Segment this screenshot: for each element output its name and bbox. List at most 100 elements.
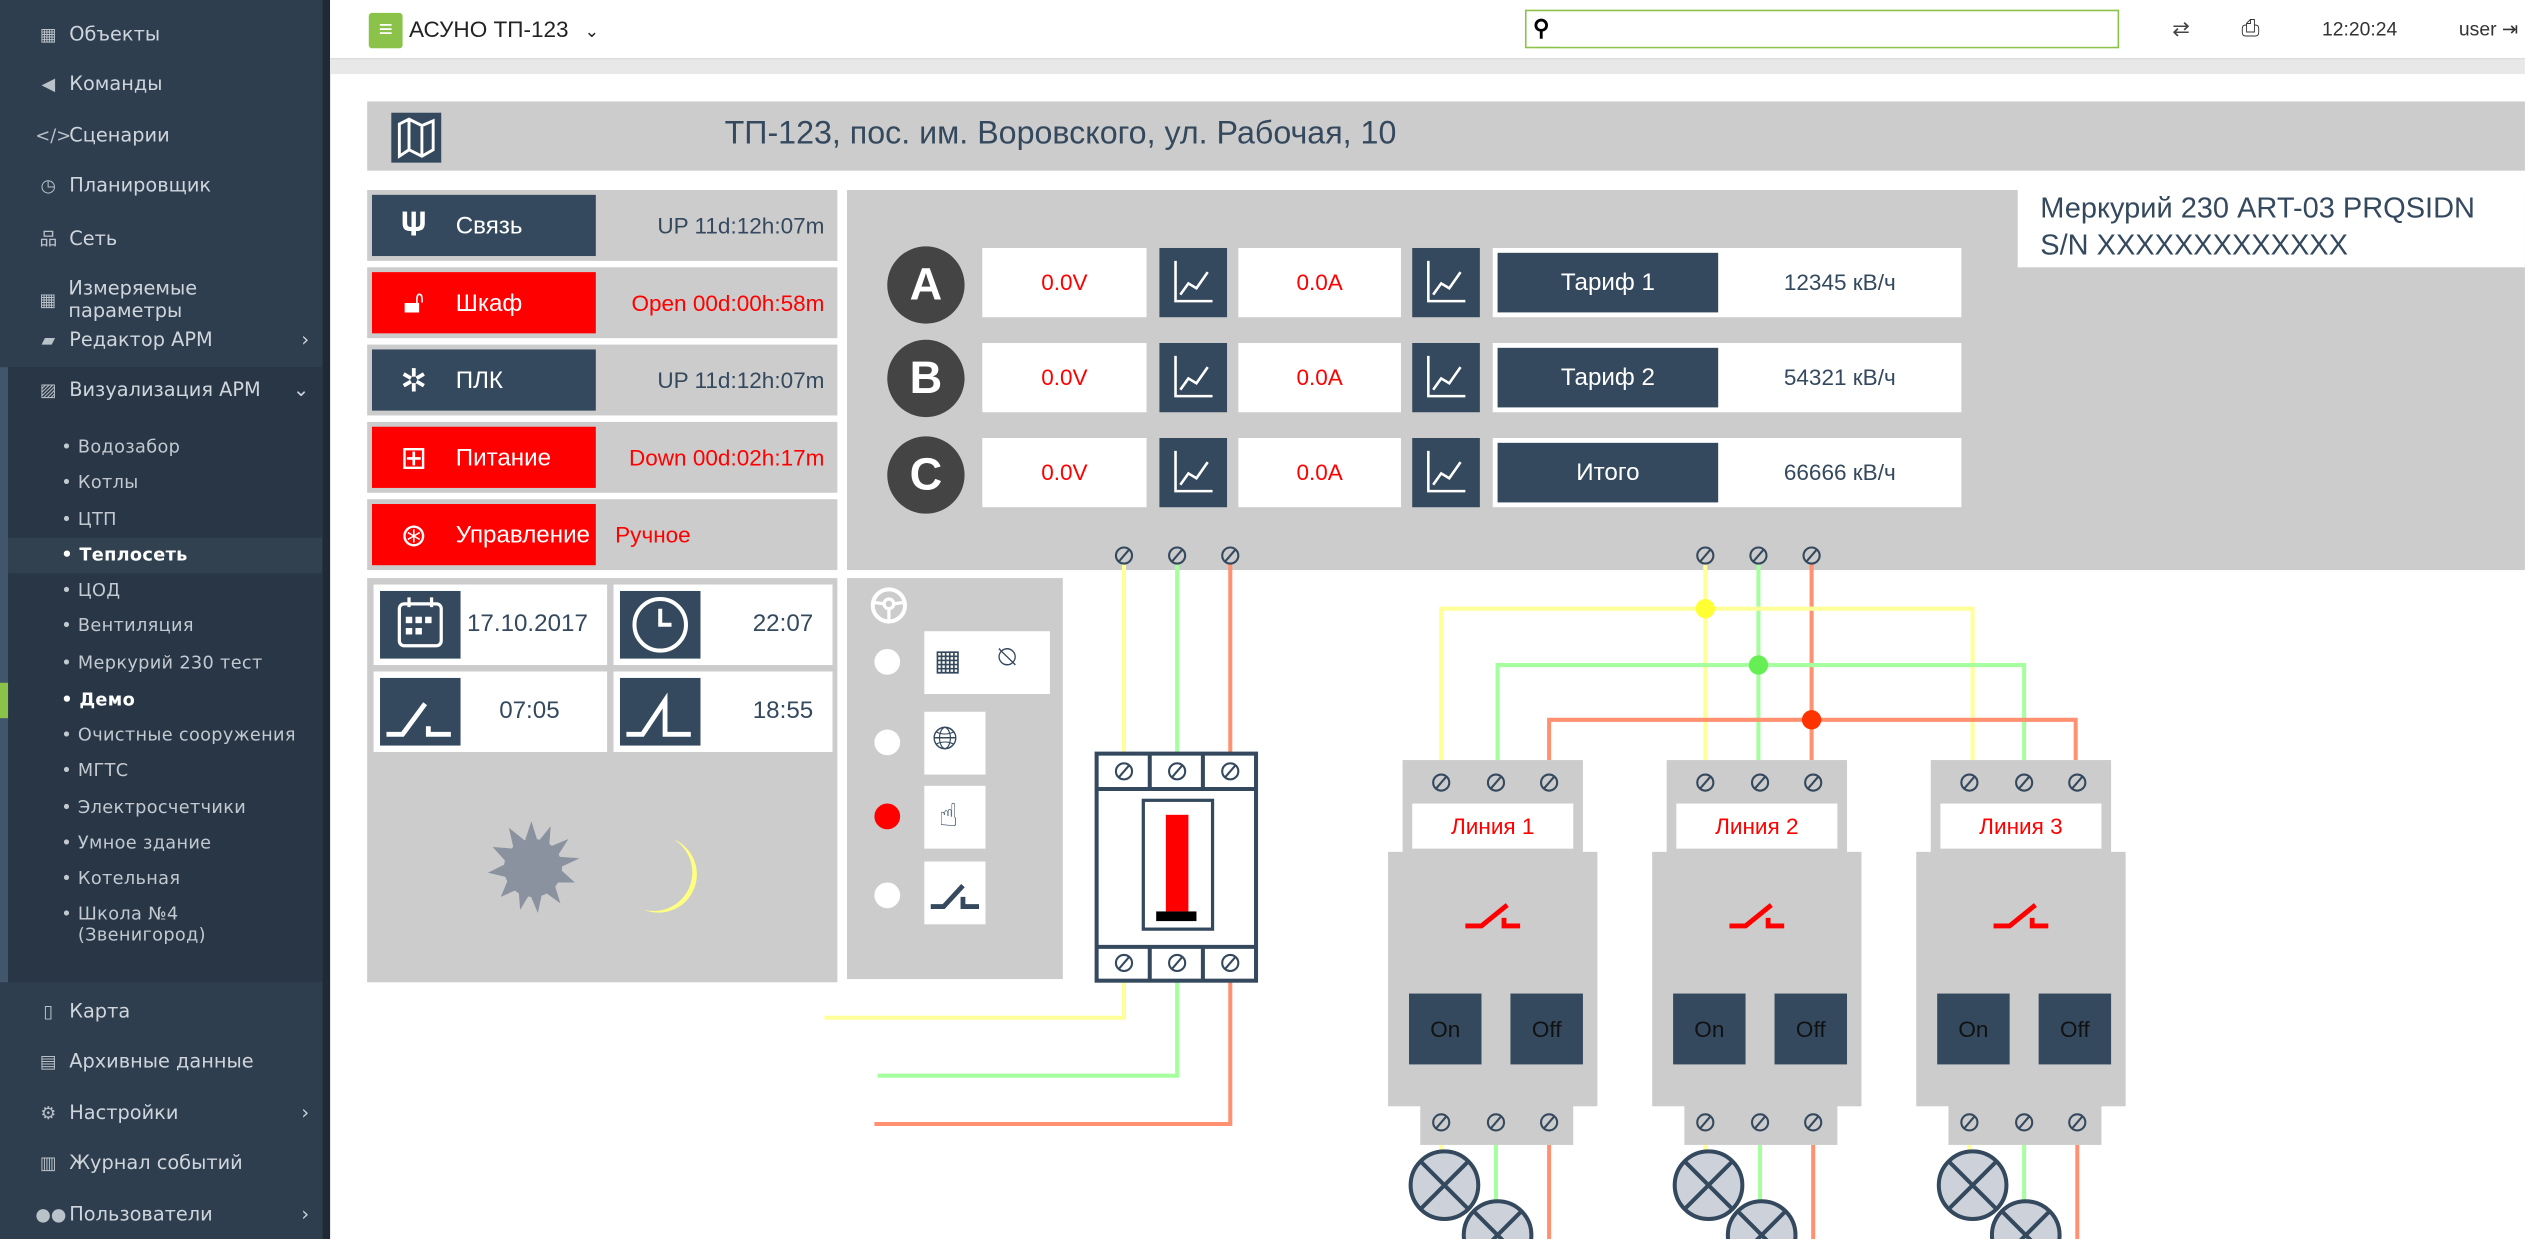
- trend-chart-icon[interactable]: [1159, 247, 1228, 318]
- steering-wheel-icon: [870, 587, 908, 624]
- screw-terminal-slash: [1118, 956, 1130, 970]
- trend-chart-icon[interactable]: [1412, 438, 1480, 508]
- submenu-item[interactable]: • ЦТП: [61, 509, 117, 530]
- sidebar-item-scheduler[interactable]: ◷ Планировщик: [35, 174, 309, 197]
- status-cabinet-button[interactable]: 🔓︎ Шкаф: [371, 272, 596, 334]
- submenu-item[interactable]: • Очистные сооружения: [61, 725, 296, 746]
- globe-computer-icon: 🌐︎: [924, 711, 986, 775]
- sidebar-item-label: Сценарии: [69, 123, 170, 147]
- sun-icon: [487, 821, 580, 914]
- sidebar-item-network[interactable]: 品 Сеть: [35, 225, 309, 251]
- sidebar-item-parameters[interactable]: ▦ Измеряемые параметры: [35, 277, 309, 322]
- mode-radio-remote[interactable]: [874, 729, 901, 756]
- sidebar-item-arm-visualization[interactable]: ▨ Визуализация АРМ ⌄: [35, 378, 309, 401]
- submenu-item[interactable]: • Котлы: [61, 472, 138, 493]
- submenu-item[interactable]: • ЦОД: [61, 580, 120, 601]
- mode-radio-switch[interactable]: [874, 882, 901, 909]
- sidebar-item-archive[interactable]: ▤ Архивные данные: [35, 1050, 309, 1073]
- building-icon: ▦: [39, 23, 57, 45]
- trend-chart-icon[interactable]: [1412, 247, 1480, 318]
- sidebar-item-settings[interactable]: ⚙ Настройки ›: [35, 1101, 309, 1124]
- submenu-accent: [0, 367, 9, 983]
- trend-chart-icon[interactable]: [1159, 342, 1228, 413]
- sidebar-item-map[interactable]: ▯ Карта: [35, 1000, 309, 1023]
- status-link-button[interactable]: 𝚿 Связь: [371, 194, 596, 257]
- submenu-item[interactable]: • МГТС: [61, 760, 128, 781]
- screw-terminal-slash: [2018, 776, 2030, 789]
- line-3-on-button[interactable]: On: [1937, 993, 2010, 1065]
- line-3-off-button[interactable]: Off: [2038, 993, 2112, 1065]
- lamp-icon: [1672, 1149, 1745, 1222]
- mode-radio-schedule[interactable]: [874, 648, 901, 675]
- submenu-item[interactable]: • Вентиляция: [61, 615, 194, 636]
- status-value: Ручное: [615, 521, 691, 548]
- screw-terminal-slash: [1171, 956, 1183, 970]
- sidebar-item-label: Визуализация АРМ: [69, 378, 261, 401]
- map-icon[interactable]: [391, 112, 442, 163]
- status-power-button[interactable]: ⊞ Питание: [371, 426, 596, 488]
- search-icon: ⚲: [1533, 14, 1550, 41]
- line-1-on-button[interactable]: On: [1409, 993, 1482, 1065]
- screw-terminal-icon: [1960, 1113, 1979, 1132]
- line-2-off-button[interactable]: Off: [1774, 993, 1848, 1065]
- submenu-label: Умное здание: [77, 832, 212, 854]
- screw-terminal-icon: [2068, 773, 2087, 792]
- switch-icon: [924, 861, 986, 925]
- user-menu[interactable]: user ⇥: [2459, 18, 2518, 41]
- submenu-item[interactable]: • Котельная: [61, 868, 180, 889]
- status-label: Шкаф: [455, 289, 523, 317]
- screw-terminal-icon: [1486, 773, 1506, 792]
- print-icon[interactable]: ⎙: [2242, 14, 2260, 41]
- meter-serial: S/N XXXXXXXXXXXXX: [2040, 228, 2348, 261]
- bus-wire-phase-b: [1495, 663, 2027, 761]
- screw-terminal-icon: [1540, 773, 1559, 792]
- screw-terminal-icon: [1221, 953, 1240, 973]
- breaker-handle-on: [1165, 814, 1189, 912]
- submenu-item[interactable]: • Демо: [61, 689, 135, 710]
- search-input[interactable]: [1558, 14, 2113, 47]
- sidebar-item-objects[interactable]: ▦ Объекты: [35, 23, 309, 46]
- translate-icon[interactable]: ⇄: [2172, 16, 2190, 42]
- menu-toggle-button[interactable]: ≡: [368, 12, 403, 49]
- submenu-item[interactable]: • Водозабор: [61, 436, 180, 457]
- chevron-down-icon: ⌄: [292, 378, 310, 401]
- total-label[interactable]: Итого: [1497, 442, 1719, 503]
- screw-terminal-icon: [1696, 773, 1715, 792]
- screw-terminal-icon: [1432, 1113, 1451, 1132]
- app-title-dropdown[interactable]: АСУНО ТП-123 ⌄: [409, 16, 599, 42]
- status-control-button[interactable]: ⊛ Управление: [371, 504, 596, 566]
- contactor-bottom: [1948, 1104, 2102, 1145]
- lamp-cross: [1682, 1159, 1735, 1211]
- date-cell: 17.10.2017: [373, 584, 608, 666]
- tariff-2-label[interactable]: Тариф 2: [1497, 347, 1719, 408]
- screw-terminal-slash: [1171, 765, 1183, 778]
- sidebar-item-event-log[interactable]: ▥ Журнал событий: [35, 1151, 309, 1174]
- submenu-item[interactable]: • Умное здание: [61, 833, 211, 854]
- sidebar-item-arm-editor[interactable]: ▰ Редактор АРМ ›: [35, 329, 309, 352]
- phase-b-badge: B: [887, 339, 965, 418]
- screw-terminal-icon: [1750, 773, 1770, 792]
- sidebar-item-users[interactable]: ●● Пользователи ›: [35, 1203, 309, 1226]
- trend-chart-icon[interactable]: [1412, 342, 1480, 413]
- screw-terminal-icon: [2015, 773, 2034, 792]
- submenu-item[interactable]: • Школа №4 (Звенигород): [61, 903, 238, 945]
- wire-phase-a: [824, 980, 1127, 1020]
- on-time: 07:05: [499, 697, 560, 725]
- sidebar-item-commands[interactable]: ◀ Команды: [35, 72, 309, 95]
- line-2-on-button[interactable]: On: [1673, 993, 1746, 1065]
- image-icon: ▨: [39, 379, 57, 401]
- trend-chart-icon[interactable]: [1159, 438, 1228, 508]
- submenu-item[interactable]: • Меркурий 230 тест: [61, 652, 262, 673]
- sidebar-scrollbar[interactable]: [322, 0, 331, 1239]
- submenu-item[interactable]: • Электросчетчики: [61, 797, 246, 818]
- line-1-off-button[interactable]: Off: [1510, 993, 1583, 1065]
- contactor-body: [1652, 851, 1862, 1107]
- tariff-1-label[interactable]: Тариф 1: [1497, 252, 1719, 313]
- screw-terminal-slash: [1699, 1116, 1711, 1129]
- status-plc-button[interactable]: ✲ ПЛК: [371, 349, 596, 411]
- submenu-item-active[interactable]: • Теплосеть: [61, 544, 188, 565]
- screw-terminal-icon: [1168, 953, 1187, 973]
- app-window: ▦ Объекты ◀ Команды </> Сценарии ◷ Планировщ…: [0, 0, 2525, 1239]
- sidebar-item-scenarios[interactable]: </> Сценарии: [35, 124, 309, 147]
- mode-radio-manual-selected[interactable]: [874, 803, 901, 830]
